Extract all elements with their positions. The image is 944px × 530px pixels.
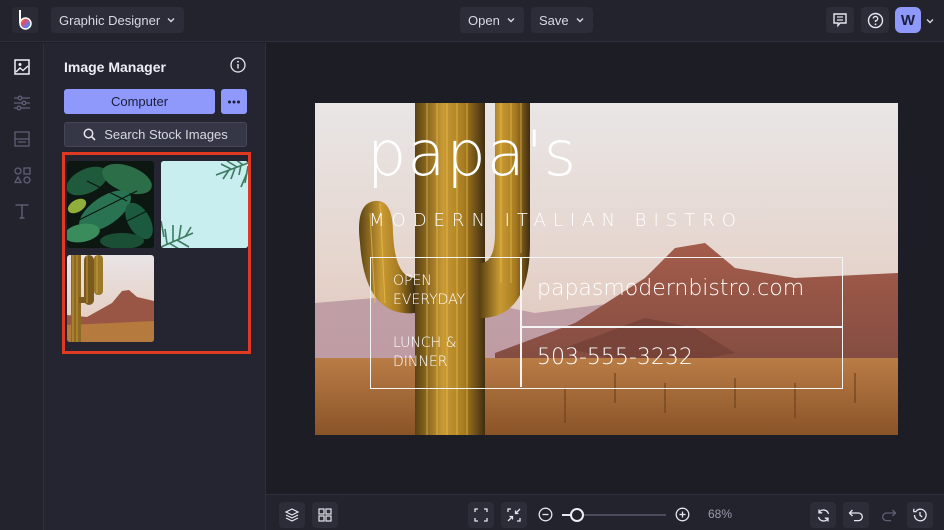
image-icon — [14, 59, 30, 75]
upload-from-computer-button[interactable]: Computer — [64, 89, 215, 114]
image-manager-panel: Image Manager Computer Search Stock Imag… — [44, 43, 266, 530]
zoom-slider-knob[interactable] — [569, 508, 584, 522]
table-divider-vertical — [520, 258, 522, 387]
chevron-down-icon — [576, 18, 584, 23]
grid-button[interactable] — [312, 502, 338, 528]
layers-icon — [284, 508, 300, 522]
rail-item-backgrounds[interactable] — [11, 128, 33, 150]
rail-item-image-manager[interactable] — [11, 56, 33, 78]
actual-size-button[interactable] — [501, 502, 527, 528]
search-stock-images-button[interactable]: Search Stock Images — [64, 122, 247, 147]
thumbnail-monstera[interactable] — [67, 161, 154, 248]
image-gallery — [62, 152, 251, 354]
rail-item-graphics[interactable] — [11, 164, 33, 186]
feedback-button[interactable] — [826, 7, 854, 33]
sliders-icon — [14, 95, 30, 111]
thumbnail-palm-fronds[interactable] — [161, 161, 248, 248]
mode-dropdown[interactable]: Graphic Designer — [51, 7, 185, 33]
info-table[interactable]: OPEN EVERYDAY LUNCH & DINNER papasmodern… — [370, 257, 843, 389]
phone-text[interactable]: 503-555-3232 — [537, 345, 693, 370]
design-artboard[interactable]: papa's MODERN ITALIAN BISTRO OPEN EVERYD… — [315, 103, 898, 435]
layers-button[interactable] — [279, 502, 305, 528]
thumbnail-saguaro-desert[interactable] — [67, 255, 154, 342]
fit-to-screen-button[interactable] — [468, 502, 494, 528]
restaurant-name-text[interactable]: papa's — [367, 123, 577, 185]
history-icon — [913, 508, 927, 522]
redo-icon — [882, 509, 897, 522]
table-divider-horizontal — [521, 326, 843, 328]
grid-icon — [318, 508, 332, 522]
info-icon[interactable] — [230, 57, 246, 73]
rail-item-text[interactable] — [11, 200, 33, 222]
help-button[interactable] — [861, 7, 889, 33]
more-options-button[interactable] — [221, 89, 247, 114]
undo-icon — [848, 509, 863, 522]
monstera-image — [67, 161, 154, 248]
shrink-icon — [507, 508, 521, 522]
saguaro-image — [67, 255, 154, 342]
meals-line-1: LUNCH & — [393, 335, 457, 351]
comment-icon — [833, 13, 847, 28]
tool-rail — [0, 43, 44, 530]
website-text[interactable]: papasmodernbistro.com — [537, 276, 804, 301]
meals-text[interactable]: LUNCH & DINNER — [393, 334, 457, 372]
text-icon — [15, 204, 29, 219]
app-logo[interactable] — [12, 7, 38, 33]
tagline-text[interactable]: MODERN ITALIAN BISTRO — [369, 210, 743, 231]
open-dropdown[interactable]: Open — [460, 7, 524, 33]
shapes-icon — [13, 166, 31, 184]
mode-label: Graphic Designer — [59, 12, 161, 28]
search-label: Search Stock Images — [104, 127, 228, 142]
panel-title: Image Manager — [64, 59, 166, 75]
palm-fronds-image — [161, 161, 248, 248]
logo-icon — [19, 10, 32, 30]
open-label: Open — [468, 12, 500, 28]
zoom-out-icon[interactable] — [538, 507, 553, 522]
zoom-percentage: 68% — [708, 507, 733, 521]
background-icon — [14, 131, 30, 147]
redo-button[interactable] — [876, 502, 902, 528]
hours-line-1: OPEN — [393, 273, 432, 289]
zoom-in-icon[interactable] — [675, 507, 690, 522]
save-dropdown[interactable]: Save — [531, 7, 593, 33]
hours-line-2: EVERYDAY — [393, 292, 466, 308]
search-icon — [83, 128, 96, 141]
canvas-area: papa's MODERN ITALIAN BISTRO OPEN EVERYD… — [266, 43, 944, 493]
account-chevron-icon[interactable] — [925, 16, 935, 26]
user-avatar[interactable]: W — [895, 7, 921, 33]
undo-button[interactable] — [843, 502, 869, 528]
rail-item-adjustments[interactable] — [11, 92, 33, 114]
save-label: Save — [539, 12, 569, 28]
top-bar: Graphic Designer Open Save W — [0, 0, 944, 42]
history-button[interactable] — [907, 502, 933, 528]
help-icon — [867, 12, 883, 28]
hours-text[interactable]: OPEN EVERYDAY — [393, 272, 465, 310]
bottom-toolbar: 68% — [266, 494, 944, 530]
chevron-down-icon — [167, 18, 175, 23]
meals-line-2: DINNER — [393, 354, 448, 370]
expand-icon — [474, 508, 488, 522]
chevron-down-icon — [507, 18, 515, 23]
more-icon — [228, 100, 240, 103]
refresh-icon — [817, 508, 829, 522]
reset-button[interactable] — [810, 502, 836, 528]
